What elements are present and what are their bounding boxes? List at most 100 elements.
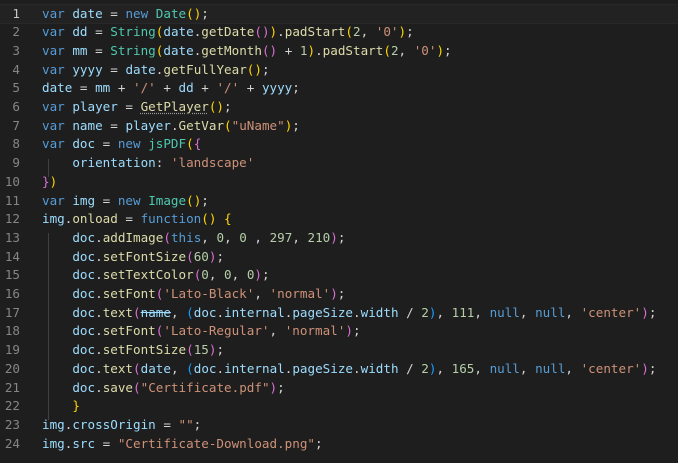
code-line[interactable]: 12 img.onload = function() { xyxy=(0,210,678,229)
code-line[interactable]: 1 var date = new Date(); xyxy=(0,3,678,25)
code-token: "Certificate.pdf" xyxy=(140,379,270,395)
code-token: img xyxy=(42,416,65,432)
code-text[interactable]: var name = player.GetVar("uName"); xyxy=(42,117,300,136)
code-line[interactable]: 8 var doc = new jsPDF({ xyxy=(0,135,678,154)
code-token: "" xyxy=(178,416,194,432)
code-text[interactable]: doc.setFontSize(60); xyxy=(42,248,224,267)
code-token: 0 xyxy=(239,229,247,245)
code-line[interactable]: 9 orientation: 'landscape' xyxy=(0,154,678,173)
code-token: () xyxy=(246,61,262,77)
code-text[interactable]: img.src = "Certificate-Download.png"; xyxy=(42,435,323,454)
code-token: 'normal' xyxy=(269,286,331,301)
code-token: 60 xyxy=(193,248,209,264)
code-editor[interactable]: 1 var date = new Date(); 2 var dd = String(… xyxy=(0,0,678,463)
code-token: . xyxy=(95,323,103,339)
code-token: doc xyxy=(72,248,96,264)
code-token: crossOrigin xyxy=(72,416,156,432)
code-line[interactable]: 3 var mm = String(date.getMonth() + 1).pa… xyxy=(0,42,678,61)
code-line[interactable]: 15 doc.setTextColor(0, 0, 0); xyxy=(0,266,678,285)
code-line[interactable]: 21 doc.save("Certificate.pdf"); xyxy=(0,379,678,398)
code-line[interactable]: 7 var name = player.GetVar("uName"); xyxy=(0,117,678,136)
line-number: 18 xyxy=(4,323,20,339)
code-token: ; xyxy=(277,379,285,395)
code-text[interactable]: var player = GetPlayer(); xyxy=(42,98,232,117)
code-text[interactable]: doc.text(date, (doc.internal.pageSize.wi… xyxy=(42,360,656,379)
code-line[interactable]: 17 doc.text(name, (doc.internal.pageSize… xyxy=(0,304,678,323)
code-line[interactable]: 24 img.src = "Certificate-Download.png"; xyxy=(0,435,678,454)
code-token: padStart xyxy=(284,24,346,40)
code-line[interactable]: 18 doc.setFont('Lato-Regular', 'normal')… xyxy=(0,322,678,341)
code-token: , xyxy=(565,360,581,376)
code-token: + xyxy=(155,80,179,96)
code-text[interactable]: doc.text(name, (doc.internal.pageSize.wi… xyxy=(42,304,656,323)
line-number: 13 xyxy=(4,229,20,245)
code-token: . xyxy=(170,117,179,133)
code-token: . xyxy=(95,304,103,320)
code-token: + xyxy=(277,42,300,58)
code-token: function xyxy=(140,211,202,227)
code-token: () xyxy=(186,5,202,21)
code-token: , xyxy=(254,286,270,301)
code-token: doc xyxy=(193,304,217,320)
code-text[interactable]: doc.setTextColor(0, 0, 0); xyxy=(42,266,269,285)
code-text[interactable]: } xyxy=(42,397,80,416)
code-token: ( xyxy=(383,42,391,58)
code-token: . xyxy=(95,342,103,358)
code-line[interactable]: 5 date = mm + '/' + dd + '/' + yyyy; xyxy=(0,79,678,98)
code-token: 'Lato-Regular' xyxy=(163,323,270,339)
code-token: . xyxy=(95,286,103,301)
code-token: , xyxy=(436,360,452,376)
code-text[interactable]: var date = new Date(); xyxy=(42,5,209,24)
code-text[interactable]: var dd = String(date.getDate()).padStart… xyxy=(42,23,414,42)
code-token: ( xyxy=(133,379,141,395)
line-number: 16 xyxy=(4,286,20,301)
code-text[interactable]: orientation: 'landscape' xyxy=(42,154,254,173)
code-text[interactable]: doc.setFont('Lato-Regular', 'normal'); xyxy=(42,322,360,341)
code-token: = xyxy=(95,136,118,152)
code-text[interactable]: doc.setFont('Lato-Black', 'normal'); xyxy=(42,285,345,304)
code-line[interactable]: 14 doc.setFontSize(60); xyxy=(0,248,678,267)
code-token: 'center' xyxy=(580,360,642,376)
code-token: src xyxy=(72,435,96,451)
code-token: "uName" xyxy=(231,117,285,133)
code-line[interactable]: 22 } xyxy=(0,397,678,416)
code-token: null xyxy=(489,360,520,376)
code-text[interactable]: }) xyxy=(42,173,57,192)
code-token: new xyxy=(125,5,156,21)
code-token: mm xyxy=(72,42,88,58)
code-token: , xyxy=(398,42,414,58)
code-text[interactable]: img.onload = function() { xyxy=(42,210,232,229)
code-text[interactable]: var yyyy = date.getFullYear(); xyxy=(42,61,270,80)
code-text[interactable]: img.crossOrigin = ""; xyxy=(42,416,201,435)
code-line[interactable]: 10}) xyxy=(0,173,678,192)
code-token: mm xyxy=(95,80,111,96)
code-token: this xyxy=(170,229,202,245)
code-text[interactable]: var mm = String(date.getMonth() + 1).pad… xyxy=(42,42,452,61)
code-text[interactable]: date = mm + '/' + dd + '/' + yyyy; xyxy=(42,79,300,98)
code-line[interactable]: 23 img.crossOrigin = ""; xyxy=(0,416,678,435)
code-line[interactable]: 4 var yyyy = date.getFullYear(); xyxy=(0,61,678,80)
code-line[interactable]: 6 var player = GetPlayer(); xyxy=(0,98,678,117)
code-text[interactable]: doc.addImage(this, 0, 0 , 297, 210); xyxy=(42,229,345,248)
line-number: 11 xyxy=(4,192,20,208)
code-line[interactable]: 19 doc.setFontSize(15); xyxy=(0,341,678,360)
code-token: ( xyxy=(224,117,232,133)
code-token: () xyxy=(186,192,202,208)
code-text[interactable]: var img = new Image(); xyxy=(42,192,209,211)
line-number: 2 xyxy=(12,24,20,40)
code-line[interactable]: 16 doc.setFont('Lato-Black', 'normal'); xyxy=(0,285,678,304)
code-line[interactable]: 13 doc.addImage(this, 0, 0 , 297, 210); xyxy=(0,229,678,248)
code-token: date xyxy=(42,80,73,96)
code-line[interactable]: 2 var dd = String(date.getDate()).padStar… xyxy=(0,23,678,42)
code-text[interactable]: doc.save("Certificate.pdf"); xyxy=(42,379,285,398)
code-line[interactable]: 11 var img = new Image(); xyxy=(0,192,678,211)
code-text[interactable]: doc.setFontSize(15); xyxy=(42,341,224,360)
code-line[interactable]: 20 doc.text(date, (doc.internal.pageSize… xyxy=(0,360,678,379)
code-token: ( xyxy=(186,248,194,264)
code-text[interactable]: var doc = new jsPDF({ xyxy=(42,135,201,154)
code-token: var xyxy=(42,192,73,208)
